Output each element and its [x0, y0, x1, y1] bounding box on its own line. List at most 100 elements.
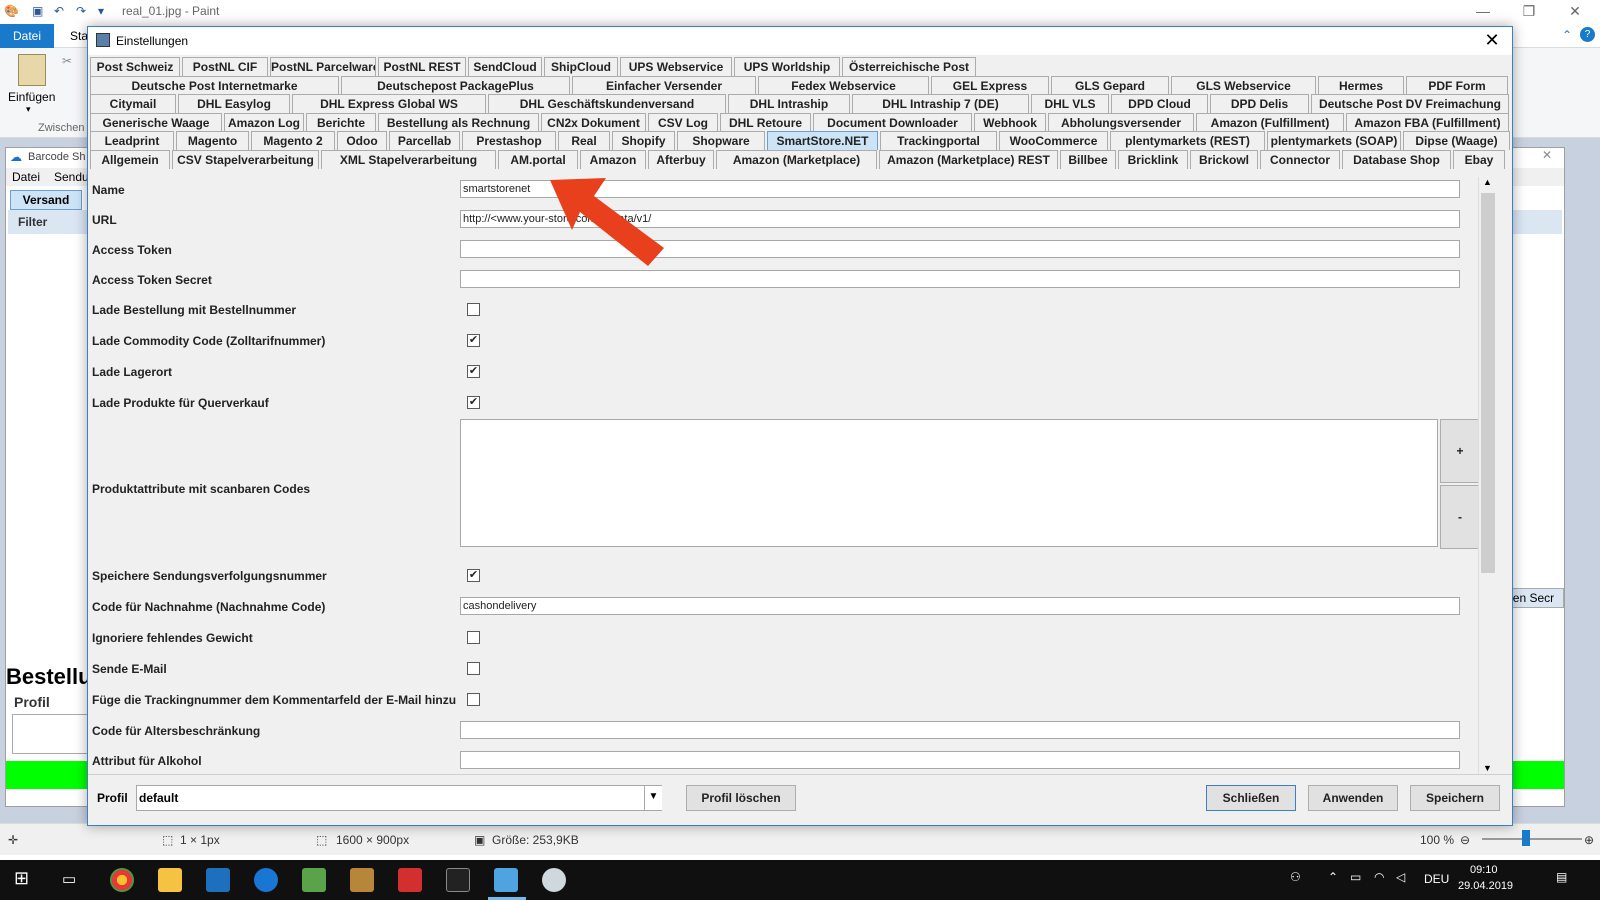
tab-real[interactable]: Real — [558, 131, 610, 151]
tab-deutsche-post-internetmarke[interactable]: Deutsche Post Internetmarke — [90, 75, 339, 95]
tab-bestellung-als-rechnung[interactable]: Bestellung als Rechnung — [378, 112, 539, 132]
alkohol-input[interactable] — [460, 751, 1460, 769]
produktattribute-list[interactable] — [460, 419, 1438, 547]
show-hidden-icons[interactable]: ⌃ — [1328, 870, 1338, 884]
menu-datei[interactable]: Datei — [12, 170, 40, 184]
tab-gel-express[interactable]: GEL Express — [931, 75, 1049, 95]
sende-email-checkbox[interactable] — [467, 662, 480, 675]
tab-leadprint[interactable]: Leadprint — [90, 131, 174, 151]
tab-dhl-retoure[interactable]: DHL Retoure — [720, 112, 811, 132]
altersbeschraenkung-input[interactable] — [460, 721, 1460, 739]
tab-dhl-vls[interactable]: DHL VLS — [1031, 94, 1109, 114]
tab-hermes[interactable]: Hermes — [1318, 75, 1404, 95]
paint-taskbar-icon[interactable] — [542, 868, 566, 892]
tab-magento-2[interactable]: Magento 2 — [251, 131, 335, 151]
tab-woocommerce[interactable]: WooCommerce — [999, 131, 1108, 151]
tab-plentymarkets-rest[interactable]: plentymarkets (REST) — [1110, 131, 1265, 151]
tab-gls-webservice[interactable]: GLS Webservice — [1171, 75, 1316, 95]
profil-select[interactable]: default — [136, 785, 662, 811]
chrome-icon[interactable] — [110, 868, 134, 892]
tab-einfacher-versender[interactable]: Einfacher Versender — [572, 75, 756, 95]
tab-dhl-express-global-ws[interactable]: DHL Express Global WS — [292, 94, 486, 114]
tab-start[interactable]: Sta — [70, 29, 88, 43]
zoom-slider[interactable] — [1482, 838, 1582, 840]
tab-trackingportal[interactable]: Trackingportal — [880, 131, 997, 151]
anwenden-button[interactable]: Anwenden — [1308, 785, 1398, 811]
tab-database-shop[interactable]: Database Shop — [1342, 150, 1451, 169]
scrollbar-thumb[interactable] — [1481, 193, 1495, 573]
tab-gls-gepard[interactable]: GLS Gepard — [1051, 75, 1169, 95]
language-indicator[interactable]: DEU — [1424, 872, 1449, 886]
tab-odoo[interactable]: Odoo — [337, 131, 387, 151]
tab-postnl-rest[interactable]: PostNL REST — [378, 57, 466, 76]
name-input[interactable]: smartstorenet — [460, 180, 1460, 198]
zoom-slider-thumb[interactable] — [1522, 830, 1530, 846]
nachnahme-input[interactable]: cashondelivery — [460, 597, 1460, 615]
scroll-up-icon[interactable]: ▲ — [1483, 177, 1492, 187]
tab-dhl-geschäftskundenversand[interactable]: DHL Geschäftskundenversand — [488, 94, 726, 114]
tab-berichte[interactable]: Berichte — [306, 112, 376, 132]
tab-abholungsversender[interactable]: Abholungsversender — [1048, 112, 1194, 132]
action-center-icon[interactable]: ▤ — [1556, 870, 1567, 884]
background-close-icon[interactable]: ✕ — [1542, 148, 1552, 162]
task-view-icon[interactable]: ▭ — [62, 870, 76, 888]
tab-parcellab[interactable]: Parcellab — [389, 131, 460, 151]
cut-icon[interactable]: ✂ — [62, 54, 72, 68]
clock-time[interactable]: 09:10 — [1470, 864, 1498, 876]
tab-cn2x-dokument[interactable]: CN2x Dokument — [541, 112, 646, 132]
tab-postnl-parcelware[interactable]: PostNL Parcelware — [270, 57, 376, 76]
wifi-icon[interactable]: ◠ — [1374, 870, 1384, 884]
schliessen-button[interactable]: Schließen — [1206, 785, 1296, 811]
tab-deutsche-post-dv-freimachung[interactable]: Deutsche Post DV Freimachung — [1311, 94, 1509, 114]
paste-label[interactable]: Einfügen — [8, 90, 55, 104]
clock-date[interactable]: 29.04.2019 — [1458, 880, 1513, 892]
close-icon[interactable]: ✕ — [1552, 0, 1598, 24]
chevron-down-icon[interactable]: ▼ — [644, 786, 662, 810]
minimize-icon[interactable]: — — [1460, 0, 1506, 24]
access-token-secret-input[interactable] — [460, 270, 1460, 288]
access-token-input[interactable] — [460, 240, 1460, 258]
battery-icon[interactable]: ▭ — [1350, 870, 1361, 884]
customize-quick-access-icon[interactable]: ▾ — [98, 4, 112, 18]
dialog-close-icon[interactable]: ✕ — [1478, 29, 1506, 53]
tab-pdf-form[interactable]: PDF Form — [1406, 75, 1508, 95]
volume-icon[interactable]: ◁ — [1396, 870, 1405, 884]
undo-icon[interactable]: ↶ — [54, 4, 68, 18]
lade-commodity-checkbox[interactable]: ✔ — [467, 334, 480, 347]
collapse-ribbon-icon[interactable]: ⌃ — [1562, 28, 1572, 42]
notepad-icon[interactable] — [302, 868, 326, 892]
tab-ups-worldship[interactable]: UPS Worldship — [734, 57, 840, 76]
tab-amazon-fba-fulfillment[interactable]: Amazon FBA (Fulfillment) — [1346, 112, 1509, 132]
tab-magento[interactable]: Magento — [176, 131, 249, 151]
tab-amazon[interactable]: Amazon — [580, 150, 646, 169]
tab-amazon-log[interactable]: Amazon Log — [224, 112, 304, 132]
paste-dropdown-icon[interactable]: ▾ — [26, 104, 31, 115]
tab-billbee[interactable]: Billbee — [1060, 150, 1116, 169]
tab-afterbuy[interactable]: Afterbuy — [648, 150, 714, 169]
tab-österreichische-post[interactable]: Österreichische Post — [842, 57, 976, 76]
speichere-checkbox[interactable]: ✔ — [467, 569, 480, 582]
tab-document-downloader[interactable]: Document Downloader — [813, 112, 972, 132]
add-attribute-button[interactable]: + — [1440, 419, 1480, 483]
restore-icon[interactable]: ❐ — [1506, 0, 1552, 24]
tab-dhl-intraship[interactable]: DHL Intraship — [728, 94, 850, 114]
tab-ups-webservice[interactable]: UPS Webservice — [620, 57, 732, 76]
tab-prestashop[interactable]: Prestashop — [462, 131, 556, 151]
tab-webhook[interactable]: Webhook — [974, 112, 1046, 132]
teamviewer-icon[interactable] — [254, 868, 278, 892]
tab-csv-log[interactable]: CSV Log — [648, 112, 718, 132]
filter-label[interactable]: Filter — [18, 215, 47, 229]
save-icon[interactable]: ▣ — [32, 4, 46, 18]
zoom-in-icon[interactable]: ⊕ — [1584, 833, 1594, 847]
paste-icon[interactable] — [18, 54, 46, 86]
tab-amazon-marketplace[interactable]: Amazon (Marketplace) — [716, 150, 877, 169]
tab-xml-stapelverarbeitung[interactable]: XML Stapelverarbeitung — [321, 150, 496, 169]
tab-bricklink[interactable]: Bricklink — [1118, 150, 1188, 169]
tab-csv-stapelverarbeitung[interactable]: CSV Stapelverarbeitung — [172, 150, 319, 169]
help-icon[interactable]: ? — [1580, 27, 1595, 42]
vscode-icon[interactable] — [206, 868, 230, 892]
windows-start-icon[interactable]: ⊞ — [14, 868, 29, 889]
tab-postnl-cif[interactable]: PostNL CIF — [182, 57, 268, 76]
tab-deutschepost-packageplus[interactable]: Deutschepost PackagePlus — [341, 75, 570, 95]
tab-post-schweiz[interactable]: Post Schweiz — [90, 57, 180, 76]
